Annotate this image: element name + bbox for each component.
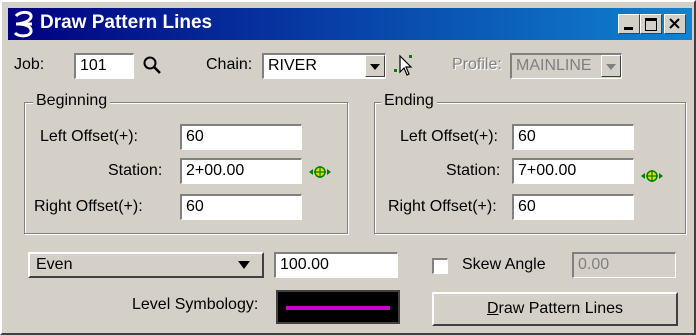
minimize-icon — [624, 27, 633, 30]
profile-label: Profile: — [452, 56, 502, 73]
maximize-button[interactable] — [640, 14, 662, 34]
chain-label: Chain: — [206, 56, 253, 73]
chevron-down-icon — [238, 261, 250, 269]
dialog-window: Draw Pattern Lines Job: 101 Chain: RIVER… — [0, 0, 696, 335]
job-label: Job: — [14, 56, 45, 73]
beginning-station-label: Station: — [108, 162, 163, 179]
ending-left-offset-label: Left Offset(+): — [400, 128, 498, 145]
beginning-station-input[interactable]: 2+00.00 — [180, 158, 302, 184]
spacing-mode-select[interactable]: Even — [28, 252, 264, 278]
profile-select: MAINLINE — [510, 53, 622, 79]
beginning-right-offset-input[interactable]: 60 — [180, 194, 302, 220]
ending-right-offset-input[interactable]: 60 — [512, 194, 634, 220]
close-button[interactable] — [664, 14, 686, 34]
chevron-down-icon — [370, 64, 380, 70]
locate-station-icon[interactable] — [308, 164, 332, 180]
skew-angle-input: 0.00 — [572, 252, 676, 278]
beginning-left-offset-label: Left Offset(+): — [40, 128, 138, 145]
chain-dropdown-arrow[interactable] — [365, 55, 385, 77]
maximize-icon — [645, 18, 657, 31]
profile-dropdown-arrow — [601, 55, 621, 77]
minimize-button[interactable] — [618, 14, 640, 34]
symbology-line — [286, 306, 390, 310]
search-icon[interactable] — [142, 55, 162, 75]
skew-angle-label: Skew Angle — [462, 256, 546, 273]
chain-select-value: RIVER — [268, 57, 317, 74]
spacing-mode-value: Even — [36, 256, 73, 273]
ending-group-title: Ending — [381, 92, 437, 110]
level-symbology-label: Level Symbology: — [132, 296, 259, 313]
draw-button-label: raw Pattern Lines — [498, 300, 624, 317]
title-bar[interactable]: Draw Pattern Lines — [8, 8, 692, 40]
pick-chain-cursor-icon[interactable] — [392, 52, 416, 78]
beginning-right-offset-label: Right Offset(+): — [34, 198, 143, 215]
ending-station-label: Station: — [446, 162, 501, 179]
chain-select[interactable]: RIVER — [262, 53, 386, 79]
ending-station-input[interactable]: 7+00.00 — [512, 158, 634, 184]
job-input[interactable]: 101 — [74, 53, 134, 79]
level-symbology-swatch[interactable] — [276, 290, 400, 324]
close-icon — [669, 18, 680, 29]
ending-left-offset-input[interactable]: 60 — [512, 124, 634, 150]
ending-right-offset-label: Right Offset(+): — [388, 198, 497, 215]
window-title: Draw Pattern Lines — [40, 12, 213, 33]
draw-pattern-lines-button[interactable]: Draw Pattern Lines — [432, 292, 678, 326]
spacing-value-input[interactable]: 100.00 — [274, 252, 398, 278]
app-logo-icon — [13, 10, 33, 38]
skew-angle-checkbox[interactable] — [432, 258, 448, 274]
chevron-down-icon — [606, 64, 616, 70]
draw-button-accelerator: D — [486, 300, 499, 317]
profile-select-value: MAINLINE — [516, 57, 592, 74]
beginning-group-title: Beginning — [33, 92, 111, 110]
beginning-left-offset-input[interactable]: 60 — [180, 124, 302, 150]
locate-station-icon[interactable] — [640, 168, 664, 184]
